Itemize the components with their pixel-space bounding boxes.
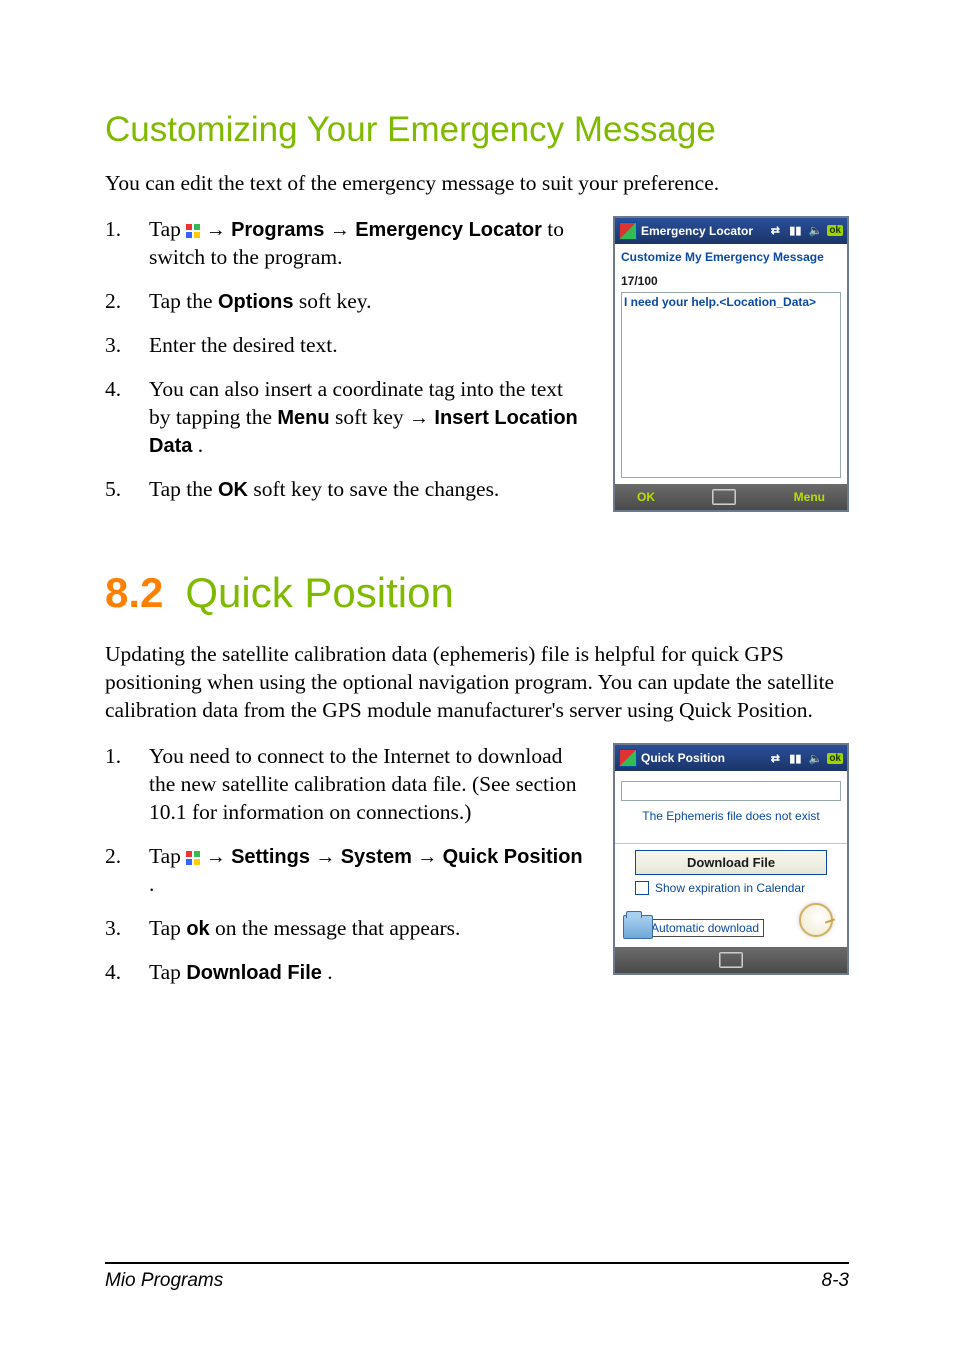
step-text: . [327,960,332,984]
arrow-icon: → [409,407,429,429]
checkbox-icon[interactable] [635,881,649,895]
footer-left: Mio Programs [105,1270,223,1292]
step-number: 5. [105,476,149,504]
path-quick-position: Quick Position [443,846,583,868]
char-counter: 17/100 [621,274,841,288]
screen-subtitle: Customize My Emergency Message [615,244,847,270]
step-text: . [198,433,203,457]
step-2: 2. Tap the Options soft key. [105,288,585,316]
step-1: 1. You need to connect to the Internet t… [105,743,585,827]
step-number: 2. [105,843,149,899]
softkey-menu[interactable]: Menu [794,490,825,504]
soft-key-bar: OK Menu [615,484,847,510]
heading-quick-position: 8.2 Quick Position [105,569,849,617]
footer-right: 8-3 [822,1270,849,1292]
start-icon [186,224,200,238]
section2-intro: Updating the satellite calibration data … [105,641,849,725]
step-text: Tap [149,916,186,940]
step-5: 5. Tap the OK soft key to save the chang… [105,476,585,504]
step-4: 4. You can also insert a coordinate tag … [105,376,585,460]
titlebar: Emergency Locator ⇄ ▮▮ 🔈 ok [615,218,847,244]
arrow-icon: → [330,219,350,241]
arrow-icon: → [206,846,226,868]
path-settings: Settings [231,846,310,868]
step-3: 3. Enter the desired text. [105,332,585,360]
page-footer: Mio Programs 8-3 [105,1262,849,1292]
step-text: You need to connect to the Internet to d… [149,743,585,827]
connectivity-icon[interactable]: ⇄ [767,223,783,239]
app-icon [619,222,637,240]
step-number: 1. [105,216,149,272]
step-1: 1. Tap → Programs → Emergency Locator to… [105,216,585,272]
arrow-icon: → [417,846,437,868]
step-text: Enter the desired text. [149,332,585,360]
section-title: Quick Position [185,569,453,616]
bold-download-file: Download File [186,962,322,984]
status-text: The Ephemeris file does not exist [621,803,841,843]
step-text: soft key to save the changes. [253,477,499,501]
connectivity-icon[interactable]: ⇄ [767,750,783,766]
step-number: 4. [105,376,149,460]
step-text: . [149,872,154,896]
path-emergency-locator: Emergency Locator [355,219,542,241]
step-3: 3. Tap ok on the message that appears. [105,915,585,943]
window-title: Quick Position [641,751,763,765]
window-title: Emergency Locator [641,224,763,238]
step-text: Tap the [149,477,218,501]
path-system: System [341,846,412,868]
step-number: 3. [105,915,149,943]
arrow-icon: → [206,219,226,241]
path-programs: Programs [231,219,324,241]
ok-button[interactable]: ok [827,225,843,236]
bold-menu: Menu [277,407,329,429]
step-text: on the message that appears. [215,916,460,940]
start-icon [186,851,200,865]
message-editor[interactable]: I need your help.<Location_Data> [621,292,841,478]
signal-icon[interactable]: ▮▮ [787,223,803,239]
bold-ok: ok [186,918,209,940]
screenshot-quick-position: Quick Position ⇄ ▮▮ 🔈 ok The Ephemeris f… [613,743,849,975]
step-text: Tap the [149,289,218,313]
keyboard-icon[interactable] [712,489,736,505]
step-2: 2. Tap → Settings → System → Quick Posit… [105,843,585,899]
ok-button[interactable]: ok [827,753,843,764]
step-text: soft key. [299,289,372,313]
step-number: 1. [105,743,149,827]
step-text: Tap [149,844,186,868]
bold-options: Options [218,291,294,313]
step-number: 3. [105,332,149,360]
satellite-dish-icon [799,903,833,937]
section2-steps: 1. You need to connect to the Internet t… [105,743,585,987]
bold-ok: OK [218,479,248,501]
section1-intro: You can edit the text of the emergency m… [105,170,849,198]
status-box [621,781,841,801]
softkey-ok[interactable]: OK [637,490,655,504]
section-number: 8.2 [105,569,163,616]
step-number: 2. [105,288,149,316]
arrow-icon: → [315,846,335,868]
step-text: soft key [335,405,409,429]
checkbox-label: Automatic download [651,921,759,935]
download-file-button[interactable]: Download File [635,850,827,875]
section1-steps: 1. Tap → Programs → Emergency Locator to… [105,216,585,504]
screenshot-emergency-locator: Emergency Locator ⇄ ▮▮ 🔈 ok Customize My… [613,216,849,512]
signal-icon[interactable]: ▮▮ [787,750,803,766]
step-number: 4. [105,959,149,987]
app-icon [619,749,637,767]
folder-icon [623,915,653,939]
checkbox-label: Show expiration in Calendar [655,881,805,895]
keyboard-icon[interactable] [719,952,743,968]
volume-icon[interactable]: 🔈 [807,223,823,239]
soft-key-bar [615,947,847,973]
heading-customizing: Customizing Your Emergency Message [105,110,849,150]
step-4: 4. Tap Download File . [105,959,585,987]
titlebar: Quick Position ⇄ ▮▮ 🔈 ok [615,745,847,771]
step-text: Tap [149,217,186,241]
checkbox-show-expiration[interactable]: Show expiration in Calendar [635,881,827,895]
step-text: Tap [149,960,186,984]
volume-icon[interactable]: 🔈 [807,750,823,766]
